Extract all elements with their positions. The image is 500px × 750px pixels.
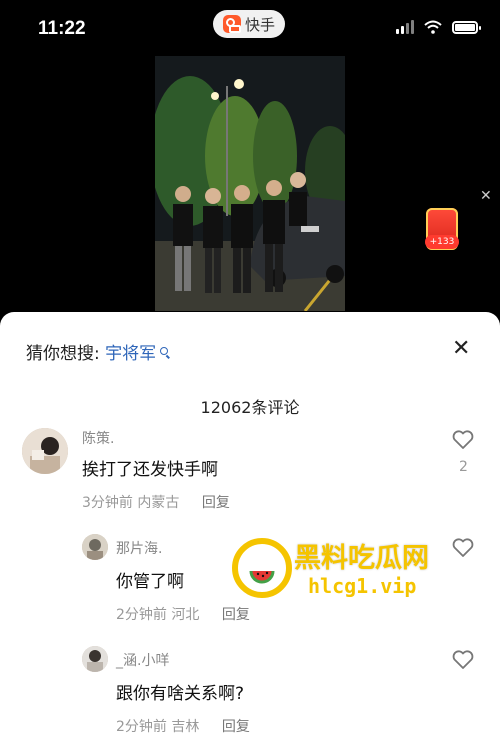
- watermark-url: hlcg1.vip: [308, 574, 417, 598]
- comment-meta: 3分钟前 内蒙古 回复: [82, 492, 230, 512]
- comment-text: 跟你有啥关系啊?: [116, 684, 245, 704]
- battery-icon: [452, 20, 481, 34]
- red-packet-badge: +133: [425, 235, 459, 249]
- video-thumbnail[interactable]: [155, 56, 345, 311]
- guess-search-row[interactable]: 猜你想搜: 宇将军: [26, 339, 169, 364]
- comment-sheet: 猜你想搜: 宇将军 ✕ 12062条评论 陈策. 挨打了还发快手啊 3分钟前 内…: [0, 312, 500, 750]
- avatar[interactable]: [82, 534, 108, 560]
- reply-button[interactable]: 回复: [222, 719, 250, 735]
- comment-time: 2分钟前: [116, 607, 167, 623]
- close-button[interactable]: ✕: [452, 336, 470, 361]
- kuaishou-logo-icon: [222, 15, 241, 33]
- like-heart-icon[interactable]: [452, 538, 474, 558]
- comment-text: 挨打了还发快手啊: [82, 460, 218, 480]
- watermark-logo-icon: [232, 538, 292, 598]
- search-icon: [160, 347, 169, 355]
- avatar[interactable]: [82, 646, 108, 672]
- like-count: 2: [459, 459, 468, 475]
- status-icons: [396, 20, 481, 34]
- app-name: 快手: [244, 15, 275, 34]
- comment-meta: 2分钟前 河北 回复: [116, 604, 250, 624]
- comment-time: 3分钟前: [82, 495, 133, 511]
- like-heart-icon[interactable]: [452, 430, 474, 450]
- night-street-photo: [155, 56, 345, 311]
- wifi-icon: [424, 20, 442, 34]
- comment-location: 吉林: [171, 719, 200, 735]
- comment-location: 内蒙古: [137, 495, 180, 511]
- comment-author[interactable]: _涵.小咩: [116, 650, 169, 670]
- guess-label: 猜你想搜:: [26, 344, 100, 364]
- comment-time: 2分钟前: [116, 719, 167, 735]
- comment-meta: 2分钟前 吉林 回复: [116, 716, 250, 736]
- watermark-title: 黑料吃瓜网: [294, 543, 429, 574]
- comment-text: 你管了啊: [116, 572, 184, 592]
- cellular-signal-icon: [396, 20, 414, 34]
- reply-button[interactable]: 回复: [202, 495, 230, 511]
- comment-count: 12062条评论: [200, 398, 300, 417]
- comment-location: 河北: [171, 607, 200, 623]
- status-time: 11:22: [38, 18, 86, 39]
- close-icon[interactable]: ✕: [480, 188, 492, 204]
- like-heart-icon[interactable]: [452, 650, 474, 670]
- avatar[interactable]: [22, 428, 68, 474]
- status-bar: 11:22 快手: [0, 0, 500, 56]
- watermark: 黑料吃瓜网 hlcg1.vip: [232, 534, 452, 602]
- reply-button[interactable]: 回复: [222, 607, 250, 623]
- guess-keyword-link[interactable]: 宇将军: [105, 344, 156, 364]
- comment-author[interactable]: 陈策.: [82, 428, 114, 448]
- app-switch-pill[interactable]: 快手: [213, 10, 285, 38]
- comment-author[interactable]: 那片海.: [116, 538, 162, 558]
